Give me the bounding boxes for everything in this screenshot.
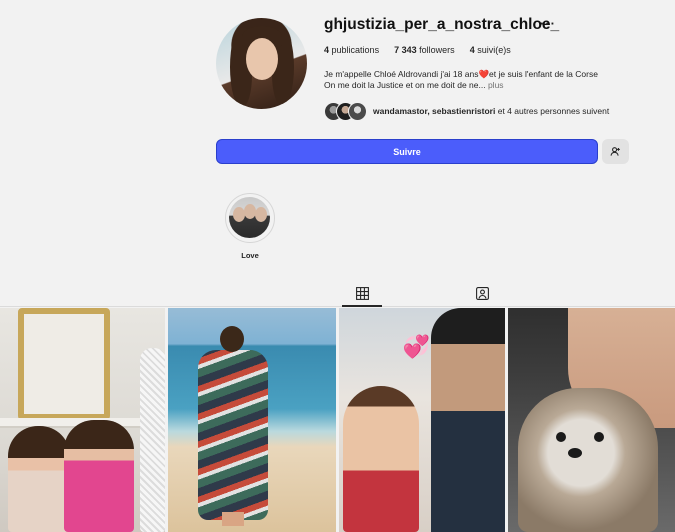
post-image (430, 308, 505, 532)
tab-posts[interactable] (355, 286, 369, 300)
tagged-icon (475, 286, 489, 300)
bio-text: et je suis l'enfant de la Corse (489, 69, 598, 79)
profile-avatar[interactable] (216, 18, 307, 109)
highlight-cover (229, 197, 270, 238)
follow-button[interactable]: Suivre (216, 139, 598, 164)
following-count: 4 (469, 45, 475, 55)
active-tab-indicator (342, 305, 382, 307)
avatar-face (246, 38, 278, 80)
bio-line-2: On me doit la Justice et on me doit de n… (324, 80, 598, 91)
publications-stat: 4 publications (324, 45, 379, 55)
followed-by-rest: et 4 autres personnes suivent (495, 106, 610, 116)
profile-username: ghjustizia_per_a_nostra_chloe_ (324, 16, 560, 33)
bio-line-1: Je m'appelle Chloé Aldrovandi j'ai 18 an… (324, 69, 598, 80)
followers-stat[interactable]: 7 343 followers (394, 45, 455, 55)
posts-grid: 💞 (0, 308, 675, 532)
post-image (198, 326, 269, 526)
highlight-label: Love (241, 251, 259, 260)
suggested-accounts-button[interactable] (602, 139, 629, 164)
following-label: suivi(e)s (477, 45, 511, 55)
following-stat[interactable]: 4 suivi(e)s (470, 45, 511, 55)
publications-count: 4 (324, 45, 330, 55)
follower-avatar (348, 101, 367, 121)
tab-tagged[interactable] (475, 286, 489, 300)
followers-count: 7 343 (394, 45, 417, 55)
post-tile[interactable] (507, 308, 675, 532)
post-tile[interactable]: 💞 (338, 308, 505, 532)
person-add-icon (610, 147, 620, 156)
post-image (18, 308, 110, 420)
publications-label: publications (331, 45, 380, 55)
bio-text: Je m'appelle Chloé Aldrovandi j'ai 18 an… (324, 69, 479, 79)
post-tile[interactable] (0, 308, 166, 532)
bio-text: On me doit la Justice et on me doit de n… (324, 80, 486, 90)
post-tile[interactable] (168, 308, 336, 532)
followed-by-names: wandamastor, sebastienristori (373, 106, 496, 116)
followers-label: followers (419, 45, 455, 55)
bio-more-link[interactable]: plus (486, 80, 504, 90)
grid-icon (355, 286, 369, 300)
highlight-love[interactable] (225, 193, 275, 243)
profile-bio: Je m'appelle Chloé Aldrovandi j'ai 18 an… (324, 69, 598, 91)
followed-by[interactable]: wandamastor, sebastienristori et 4 autre… (324, 101, 609, 121)
heart-icon: ❤️ (478, 69, 490, 79)
more-options-icon[interactable]: ··· (540, 16, 556, 31)
profile-stats: 4 publications 7 343 followers 4 suivi(e… (324, 45, 511, 55)
tabs-divider (0, 306, 675, 307)
followed-by-text: wandamastor, sebastienristori et 4 autre… (373, 106, 609, 116)
heart-sticker-icon: 💞 (402, 334, 430, 359)
